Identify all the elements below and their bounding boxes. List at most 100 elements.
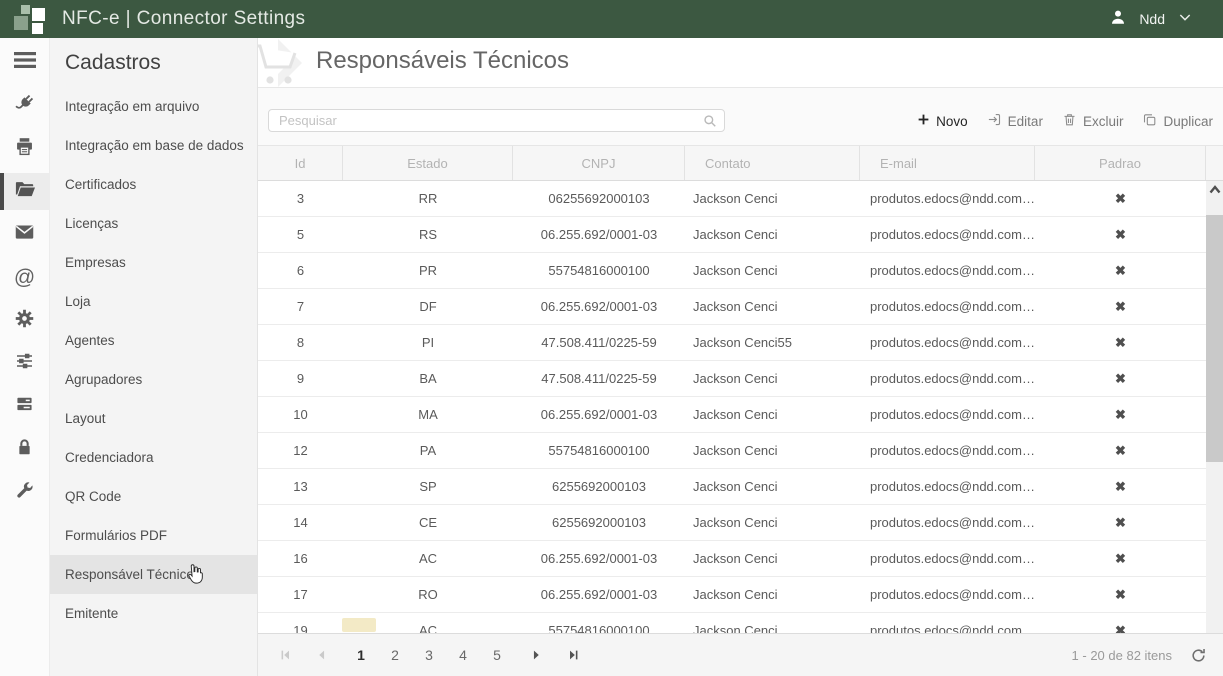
search-input[interactable] (277, 111, 697, 130)
user-menu[interactable]: Ndd (1109, 0, 1193, 38)
sidebar-item-empresas[interactable]: Empresas (50, 243, 257, 282)
main-content: Responsáveis Técnicos Novo Editar (258, 38, 1223, 676)
sidebar-item-credenciadora[interactable]: Credenciadora (50, 438, 257, 477)
x-mark-icon: ✖ (1115, 227, 1126, 242)
column-header-estado[interactable]: Estado (343, 146, 513, 180)
sidebar-item-loja[interactable]: Loja (50, 282, 257, 321)
table-row[interactable]: 19AC55754816000100Jackson Cenciprodutos.… (258, 613, 1206, 633)
table-row[interactable]: 8PI47.508.411/0225-59Jackson Cenci55prod… (258, 325, 1206, 361)
table-row[interactable]: 3RR06255692000103Jackson Cenciprodutos.e… (258, 181, 1206, 217)
sidebar-item-label: Empresas (65, 255, 126, 270)
table-row[interactable]: 14CE6255692000103Jackson Cenciprodutos.e… (258, 505, 1206, 541)
cell-cnpj: 55754816000100 (513, 263, 685, 278)
sliders-icon (14, 351, 35, 376)
sidebar-item-agrupadores[interactable]: Agrupadores (50, 360, 257, 399)
cell-contato: Jackson Cenci (685, 371, 860, 386)
sidebar-item-licen-as[interactable]: Licenças (50, 204, 257, 243)
cell-cnpj: 06.255.692/0001-03 (513, 299, 685, 314)
cell-estado: AC (343, 551, 513, 566)
x-mark-icon: ✖ (1115, 443, 1126, 458)
table-row[interactable]: 10MA06.255.692/0001-03Jackson Cenciprodu… (258, 397, 1206, 433)
rail-item-mail[interactable] (0, 213, 49, 256)
cell-contato: Jackson Cenci (685, 227, 860, 242)
column-header-padrao[interactable]: Padrao (1035, 146, 1206, 180)
page-button-3[interactable]: 3 (416, 642, 442, 668)
sidebar-item-qr-code[interactable]: QR Code (50, 477, 257, 516)
rail-item-server[interactable] (0, 385, 49, 428)
table-row[interactable]: 13SP6255692000103Jackson Cenciprodutos.e… (258, 469, 1206, 505)
cell-contato: Jackson Cenci (685, 263, 860, 278)
table-row[interactable]: 5RS06.255.692/0001-03Jackson Cenciprodut… (258, 217, 1206, 253)
cell-padrao: ✖ (1035, 335, 1206, 351)
rail-item-at[interactable]: @ (0, 256, 49, 299)
sidebar-item-label: Agentes (65, 333, 115, 348)
x-mark-icon: ✖ (1115, 299, 1126, 314)
cell-email: produtos.edocs@ndd.com.br (860, 623, 1035, 633)
rail-item-folder-open[interactable] (0, 173, 49, 210)
rail-item-gear[interactable] (0, 299, 49, 342)
x-mark-icon: ✖ (1115, 371, 1126, 386)
sidebar-item-label: Integração em base de dados (65, 138, 244, 153)
page-button-4[interactable]: 4 (450, 642, 476, 668)
sidebar-item-label: Licenças (65, 216, 118, 231)
page-button-5[interactable]: 5 (484, 642, 510, 668)
sidebar-item-layout[interactable]: Layout (50, 399, 257, 438)
table-row[interactable]: 12PA55754816000100Jackson Cenciprodutos.… (258, 433, 1206, 469)
sidebar-item-integra-o-em-base-de-dados[interactable]: Integração em base de dados (50, 126, 257, 165)
column-header-contato[interactable]: Contato (685, 146, 860, 180)
table-row[interactable]: 17RO06.255.692/0001-03Jackson Cenciprodu… (258, 577, 1206, 613)
cell-contato: Jackson Cenci (685, 443, 860, 458)
cell-id: 17 (258, 587, 343, 602)
scrollbar-thumb[interactable] (1206, 215, 1223, 462)
cell-email: produtos.edocs@ndd.com.br (860, 443, 1035, 458)
rail-item-printer[interactable] (0, 127, 49, 170)
cell-id: 10 (258, 407, 343, 422)
edit-button[interactable]: Editar (987, 112, 1043, 130)
x-mark-icon: ✖ (1115, 479, 1126, 494)
column-header-id[interactable]: Id (258, 146, 343, 180)
sidebar-item-emitente[interactable]: Emitente (50, 594, 257, 633)
rail-item-wrench[interactable] (0, 471, 49, 514)
x-mark-icon: ✖ (1115, 191, 1126, 206)
rail-item-menu[interactable] (0, 41, 49, 84)
sidebar-item-agentes[interactable]: Agentes (50, 321, 257, 360)
cell-id: 7 (258, 299, 343, 314)
search-box (268, 109, 725, 132)
rail-item-plug[interactable] (0, 84, 49, 127)
cell-id: 3 (258, 191, 343, 206)
x-mark-icon: ✖ (1115, 407, 1126, 422)
column-header-email[interactable]: E-mail (860, 146, 1035, 180)
table-row[interactable]: 16AC06.255.692/0001-03Jackson Cenciprodu… (258, 541, 1206, 577)
prev-page-button[interactable] (308, 642, 334, 668)
vertical-scrollbar[interactable] (1206, 181, 1223, 655)
page-button-1[interactable]: 1 (348, 642, 374, 668)
sidebar-item-formul-rios-pdf[interactable]: Formulários PDF (50, 516, 257, 555)
sidebar-item-label: Credenciadora (65, 450, 154, 465)
first-page-button[interactable] (272, 642, 298, 668)
refresh-button[interactable] (1190, 647, 1207, 664)
sidebar-item-certificados[interactable]: Certificados (50, 165, 257, 204)
rail-item-sliders[interactable] (0, 342, 49, 385)
last-page-button[interactable] (560, 642, 586, 668)
column-header-cnpj[interactable]: CNPJ (513, 146, 685, 180)
sidebar-item-integra-o-em-arquivo[interactable]: Integração em arquivo (50, 87, 257, 126)
cell-id: 19 (258, 623, 343, 633)
table-row[interactable]: 7DF06.255.692/0001-03Jackson Cenciprodut… (258, 289, 1206, 325)
table-body: 3RR06255692000103Jackson Cenciprodutos.e… (258, 181, 1206, 633)
delete-button[interactable]: Excluir (1062, 112, 1124, 130)
search-icon[interactable] (703, 114, 717, 133)
duplicate-button[interactable]: Duplicar (1142, 112, 1213, 130)
cell-id: 9 (258, 371, 343, 386)
new-button[interactable]: Novo (917, 113, 968, 129)
cell-cnpj: 06.255.692/0001-03 (513, 407, 685, 422)
table-row[interactable]: 6PR55754816000100Jackson Cenciprodutos.e… (258, 253, 1206, 289)
scroll-up-button[interactable] (1206, 181, 1223, 198)
page-button-2[interactable]: 2 (382, 642, 408, 668)
rail-item-lock[interactable] (0, 428, 49, 471)
cell-contato: Jackson Cenci (685, 515, 860, 530)
next-page-button[interactable] (524, 642, 550, 668)
mail-icon (14, 223, 35, 246)
table-row[interactable]: 9BA47.508.411/0225-59Jackson Cenciprodut… (258, 361, 1206, 397)
sidebar-item-respons-vel-t-cnico[interactable]: Responsável Técnico (50, 555, 257, 594)
cell-email: produtos.edocs@ndd.com.br (860, 371, 1035, 386)
